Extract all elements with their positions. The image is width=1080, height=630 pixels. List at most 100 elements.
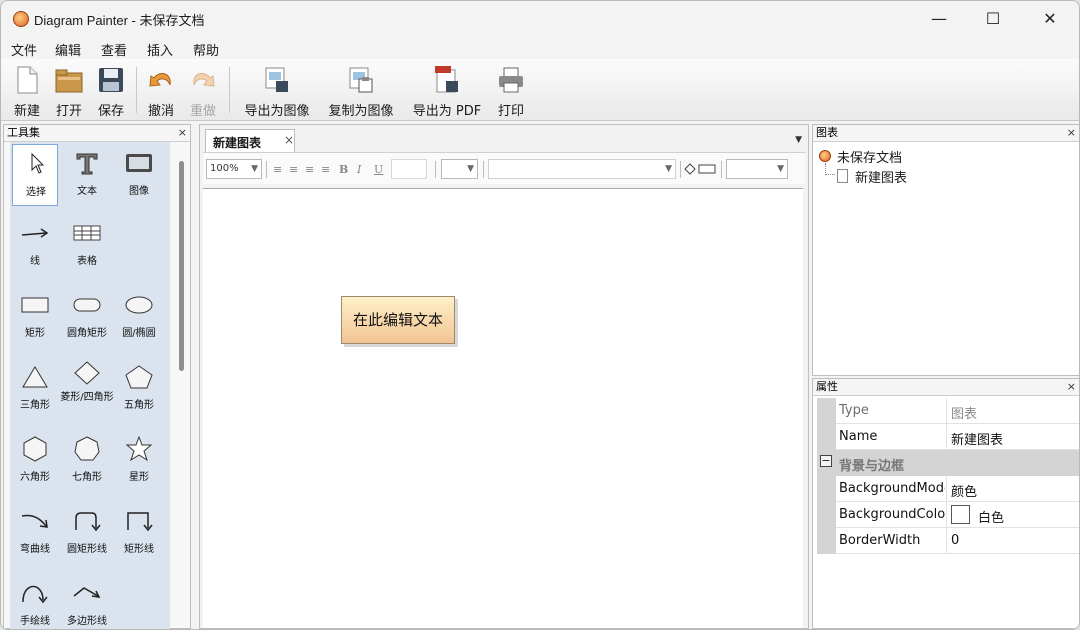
chevron-down-icon: ▼ [665,164,672,174]
toolbar-separator [229,67,230,113]
close-button[interactable]: ✕ [1027,1,1073,37]
line-tool-icon [21,228,49,238]
property-row-type[interactable]: Type 图表 [817,398,1079,424]
freehand-line-icon [22,585,48,604]
main-toolbar: 新建 打开 保存 撤消 重做 导出为图像 复制为图像 导出为 PDF 打印 [1,59,1079,121]
minimize-button[interactable]: — [916,1,962,37]
open-button[interactable]: 打开 [51,61,87,119]
image-tool-icon [126,154,152,172]
table-tool-icon [73,225,101,241]
print-button[interactable]: 打印 [493,61,529,119]
tab-list-icon[interactable]: ▼ [795,135,802,145]
toolbox-scrollbar[interactable] [179,161,184,371]
maximize-button[interactable]: ☐ [970,1,1016,37]
tool-rounded-rectangle[interactable]: 圆角矩形 [64,286,110,348]
tool-text[interactable]: 文本 [64,144,110,206]
underline-icon[interactable]: U [374,163,383,176]
property-row-background-color[interactable]: BackgroundColor 白色 [817,502,1079,528]
export-pdf-button[interactable]: 导出为 PDF [407,61,487,119]
copy-image-label: 复制为图像 [328,104,394,119]
tool-rectangle[interactable]: 矩形 [12,286,58,348]
property-name: BackgroundColor [839,507,945,522]
menu-view[interactable]: 查看 [101,40,127,59]
font-color-box[interactable] [391,159,427,179]
text-shape[interactable]: 在此编辑文本 [341,296,455,344]
toolbox-close-button[interactable]: × [178,126,187,140]
redo-button[interactable]: 重做 [185,61,221,119]
property-gutter [817,398,836,424]
export-image-button[interactable]: 导出为图像 [238,61,316,119]
diagram-canvas[interactable]: 在此编辑文本 [203,188,803,628]
zoom-select[interactable]: 100% ▼ [206,159,262,179]
tool-hexagon[interactable]: 六角形 [12,430,58,492]
properties-panel-title-label: 属性 [816,380,838,393]
open-folder-icon [55,69,83,93]
align-justify-icon[interactable]: ≡ [321,163,330,176]
print-button-label: 打印 [497,104,524,119]
property-category-background[interactable]: − 背景与边框 [817,450,1079,476]
properties-panel-title: 属性 × [813,379,1079,396]
tool-select[interactable]: 选择 [12,144,58,206]
text-tool-icon [76,153,98,175]
color-swatch[interactable] [951,505,970,524]
toolbox-panel: 工具集 × 选择 文本 图像 线 表格 矩形 圆角矩形 圆/椭圆 三角形 菱形/… [3,124,191,629]
tool-diamond[interactable]: 菱形/四角形 [60,354,114,416]
tool-polyline[interactable]: 多边形线 [64,574,110,629]
undo-arrow-icon [149,73,171,87]
format-toolbar: 100% ▼ ≡ ≡ ≡ ≡ B I U ▼ ▼ ▼ [203,152,805,184]
property-row-name[interactable]: Name 新建图表 [817,424,1079,450]
save-button[interactable]: 保存 [93,61,129,119]
tool-curved-line[interactable]: 弯曲线 [12,502,58,564]
tool-elbow-line[interactable]: 矩形线 [116,502,162,564]
menu-edit[interactable]: 编辑 [55,40,81,59]
align-center-icon[interactable]: ≡ [289,163,298,176]
property-row-background-mode[interactable]: BackgroundMode 颜色 [817,476,1079,502]
align-right-icon[interactable]: ≡ [305,163,314,176]
undo-button-label: 撤消 [147,104,174,119]
line-style-select[interactable]: ▼ [726,159,788,179]
toolbox-title: 工具集 × [4,125,190,142]
undo-button[interactable]: 撤消 [143,61,179,119]
tool-image[interactable]: 图像 [116,144,162,206]
menu-file[interactable]: 文件 [11,40,37,59]
new-button[interactable]: 新建 [9,61,45,119]
chart-panel: 图表 × 未保存文档 新建图表 [812,124,1079,376]
tool-heptagon[interactable]: 七角形 [64,430,110,492]
tool-triangle[interactable]: 三角形 [12,358,58,420]
menu-help[interactable]: 帮助 [193,40,219,59]
copy-image-button[interactable]: 复制为图像 [322,61,400,119]
toolbox-title-label: 工具集 [7,126,40,139]
chevron-down-icon: ▼ [251,164,258,174]
menu-insert[interactable]: 插入 [147,40,173,59]
tab-new-chart[interactable]: 新建图表 × [205,129,295,152]
rounded-rectangle-icon [73,298,101,312]
tool-star[interactable]: 星形 [116,430,162,492]
chart-panel-close-button[interactable]: × [1067,126,1076,140]
italic-icon[interactable]: I [357,163,361,176]
tool-pentagon[interactable]: 五角形 [116,358,162,420]
tool-label: 图像 [129,186,149,197]
tool-table[interactable]: 表格 [64,214,110,276]
format-separator [266,161,267,178]
tool-label: 星形 [129,472,149,483]
redo-button-label: 重做 [189,104,216,119]
property-value: 新建图表 [951,433,1004,448]
collapse-icon[interactable]: − [820,455,832,467]
font-family-select[interactable]: ▼ [488,159,676,179]
bold-icon[interactable]: B [339,163,348,176]
font-size-select[interactable]: ▼ [441,159,478,179]
tool-rounded-elbow-line[interactable]: 圆矩形线 [64,502,110,564]
fill-border-icon[interactable] [684,162,718,176]
tool-freehand-line[interactable]: 手绘线 [12,574,58,629]
app-icon [13,11,29,27]
tool-label: 圆/椭圆 [122,328,156,339]
tool-line[interactable]: 线 [12,214,58,276]
tool-ellipse[interactable]: 圆/椭圆 [116,286,162,348]
tool-label: 手绘线 [20,616,50,627]
property-divider [946,476,947,502]
align-left-icon[interactable]: ≡ [273,163,282,176]
properties-close-button[interactable]: × [1067,380,1076,394]
property-category-label: 背景与边框 [839,459,905,474]
property-row-border-width[interactable]: BorderWidth 0 [817,528,1079,554]
tab-close-button[interactable]: × [284,133,294,147]
